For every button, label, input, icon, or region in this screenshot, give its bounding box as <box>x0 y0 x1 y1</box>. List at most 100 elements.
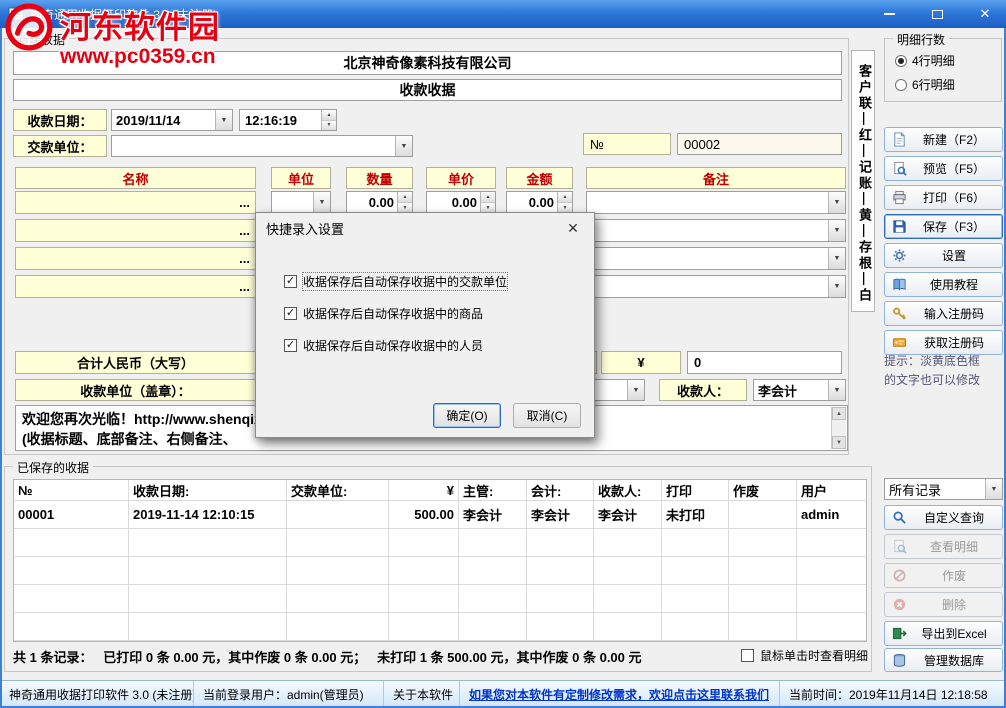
close-button[interactable]: ✕ <box>974 5 996 23</box>
chevron-down-icon[interactable]: ▼ <box>828 380 845 400</box>
payee-combo[interactable]: 李会计 ▼ <box>753 379 846 401</box>
chevron-down-icon[interactable]: ▼ <box>627 380 644 400</box>
calendar-dropdown-icon[interactable]: ▼ <box>215 110 232 130</box>
view-detail-checkbox[interactable]: 鼠标单击时查看明细 <box>741 647 868 664</box>
item-amount-spinner[interactable]: 0.00▲▼ <box>506 191 573 214</box>
total-amount-field[interactable]: 0 <box>687 351 842 374</box>
col-header-name: 名称 <box>15 167 256 189</box>
save-goods-checkbox[interactable]: ✓ 收据保存后自动保存收据中的商品 <box>284 305 483 322</box>
chevron-down-icon[interactable]: ▼ <box>985 479 1002 499</box>
row-voided[interactable] <box>729 501 797 529</box>
minimize-button[interactable] <box>878 5 900 23</box>
row-date[interactable]: 2019-11-14 12:10:15 <box>129 501 287 529</box>
chevron-down-icon[interactable]: ▼ <box>828 192 845 213</box>
col-manager: 主管: <box>459 480 527 501</box>
save-person-checkbox[interactable]: ✓ 收据保存后自动保存收据中的人员 <box>284 337 483 354</box>
saved-receipts-group-label: 已保存的收据 <box>13 459 93 476</box>
item-name-field[interactable]: ... <box>15 247 256 270</box>
item-note-combo[interactable]: ▼ <box>586 219 846 242</box>
item-note-combo[interactable]: ▼ <box>586 247 846 270</box>
delete-button[interactable]: 删除 <box>884 592 1003 617</box>
ok-button[interactable]: 确定(O) <box>433 403 501 428</box>
radio-6-rows-label: 6行明细 <box>912 76 955 93</box>
new-button[interactable]: 新建（F2） <box>884 127 1003 152</box>
row-manager[interactable]: 李会计 <box>459 501 527 529</box>
row-amount[interactable]: 500.00 <box>389 501 459 529</box>
enter-license-button[interactable]: 输入注册码 <box>884 301 1003 326</box>
time-spinner[interactable]: 12:16:19 ▲▼ <box>239 109 337 131</box>
saved-receipts-group: 已保存的收据 № 收款日期: 交款单位: ¥ 主管: 会计: 收款人: 打印 作… <box>4 466 872 672</box>
row-payer[interactable] <box>287 501 389 529</box>
save-payer-checkbox[interactable]: ✓ 收据保存后自动保存收据中的交款单位 <box>284 273 507 290</box>
company-name-field[interactable]: 北京神奇像素科技有限公司 <box>13 51 842 75</box>
records-summary: 共 1 条记录： 已打印 0 条 0.00 元，其中作废 0 条 0.00 元；… <box>13 647 642 666</box>
new-receipt-group-label: 新建收据 <box>13 31 69 48</box>
item-note-combo[interactable]: ▼ <box>586 191 846 214</box>
maximize-button[interactable] <box>926 5 948 23</box>
scroll-down-icon[interactable]: ▼ <box>832 436 846 449</box>
book-icon <box>892 277 907 292</box>
view-detail-button[interactable]: 查看明细 <box>884 534 1003 559</box>
void-icon <box>892 568 907 583</box>
cancel-button[interactable]: 取消(C) <box>513 403 581 428</box>
row-printed[interactable]: 未打印 <box>662 501 729 529</box>
titlebar[interactable]: 神奇通用收据打印软件 3.0 (未注册) ✕ <box>0 0 1006 28</box>
item-name-field[interactable]: ... <box>15 191 256 214</box>
note-scrollbar[interactable]: ▲ ▼ <box>831 407 846 449</box>
radio-6-rows[interactable]: 6行明细 <box>895 76 955 93</box>
records-filter-value: 所有记录 <box>885 480 985 499</box>
time-up-icon[interactable]: ▲ <box>322 110 336 121</box>
dialog-title: 快捷录入设置 <box>256 213 594 243</box>
checkbox-checked-icon: ✓ <box>284 339 297 352</box>
item-name-field[interactable]: ... <box>15 275 256 298</box>
date-picker[interactable]: 2019/11/14 ▼ <box>111 109 233 131</box>
time-down-icon[interactable]: ▼ <box>322 121 336 131</box>
col-voided: 作废 <box>729 480 797 501</box>
export-excel-button[interactable]: 导出到Excel <box>884 621 1003 646</box>
receipt-copies-strip: 客户联—红—记账—黄—存根—白 <box>851 50 875 312</box>
chevron-down-icon[interactable]: ▼ <box>313 192 330 213</box>
status-about-link[interactable]: 关于本软件 <box>384 681 460 708</box>
app-icon <box>8 6 24 22</box>
detail-rows-group-label: 明细行数 <box>893 31 949 48</box>
payer-combo[interactable]: ▼ <box>111 135 413 157</box>
receipt-title-field[interactable]: 收款收据 <box>13 79 842 101</box>
settings-button[interactable]: 设置 <box>884 243 1003 268</box>
col-payer: 交款单位: <box>287 480 389 501</box>
row-payee[interactable]: 李会计 <box>594 501 662 529</box>
frame-left <box>0 28 2 708</box>
void-button[interactable]: 作废 <box>884 563 1003 588</box>
preview-button[interactable]: 预览（F5） <box>884 156 1003 181</box>
manage-database-button[interactable]: 管理数据库 <box>884 648 1003 672</box>
scroll-up-icon[interactable]: ▲ <box>832 407 846 420</box>
radio-4-rows[interactable]: 4行明细 <box>895 52 955 69</box>
payee-value: 李会计 <box>754 381 828 400</box>
radio-unselected-icon <box>895 79 907 91</box>
database-icon <box>892 653 907 668</box>
save-goods-checkbox-label: 收据保存后自动保存收据中的商品 <box>303 305 483 322</box>
print-button[interactable]: 打印（F6） <box>884 185 1003 210</box>
custom-query-button[interactable]: 自定义查询 <box>884 505 1003 530</box>
app-window: 神奇通用收据打印软件 3.0 (未注册) ✕ 新建收据 北京神奇像素科技有限公司… <box>0 0 1006 708</box>
hint-text: 提示：淡黄底色框 的文字也可以修改 <box>884 352 1003 390</box>
detail-rows-group: 明细行数 4行明细 6行明细 <box>884 38 1002 102</box>
saved-receipts-table[interactable]: № 收款日期: 交款单位: ¥ 主管: 会计: 收款人: 打印 作废 用户 00… <box>13 479 867 642</box>
hint-line1: 提示：淡黄底色框 <box>884 352 1003 371</box>
records-filter-combo[interactable]: 所有记录 ▼ <box>884 478 1003 500</box>
save-button[interactable]: 保存（F3） <box>884 214 1003 239</box>
item-price-spinner[interactable]: 0.00▲▼ <box>426 191 496 214</box>
row-no[interactable]: 00001 <box>14 501 129 529</box>
item-qty-spinner[interactable]: 0.00▲▼ <box>346 191 413 214</box>
tutorial-button[interactable]: 使用教程 <box>884 272 1003 297</box>
status-contact-link[interactable]: 如果您对本软件有定制修改需求，欢迎点击这里联系我们 <box>460 681 780 708</box>
receipt-no-value[interactable]: 00002 <box>677 133 842 155</box>
printer-icon <box>892 190 907 205</box>
dialog-close-icon[interactable]: ✕ <box>558 215 588 241</box>
chevron-down-icon[interactable]: ▼ <box>395 136 412 156</box>
item-unit-combo[interactable]: ▼ <box>271 191 331 214</box>
row-accountant[interactable]: 李会计 <box>527 501 594 529</box>
row-user[interactable]: admin <box>797 501 866 529</box>
item-name-field[interactable]: ... <box>15 219 256 242</box>
save-person-checkbox-label: 收据保存后自动保存收据中的人员 <box>303 337 483 354</box>
item-note-combo[interactable]: ▼ <box>586 275 846 298</box>
